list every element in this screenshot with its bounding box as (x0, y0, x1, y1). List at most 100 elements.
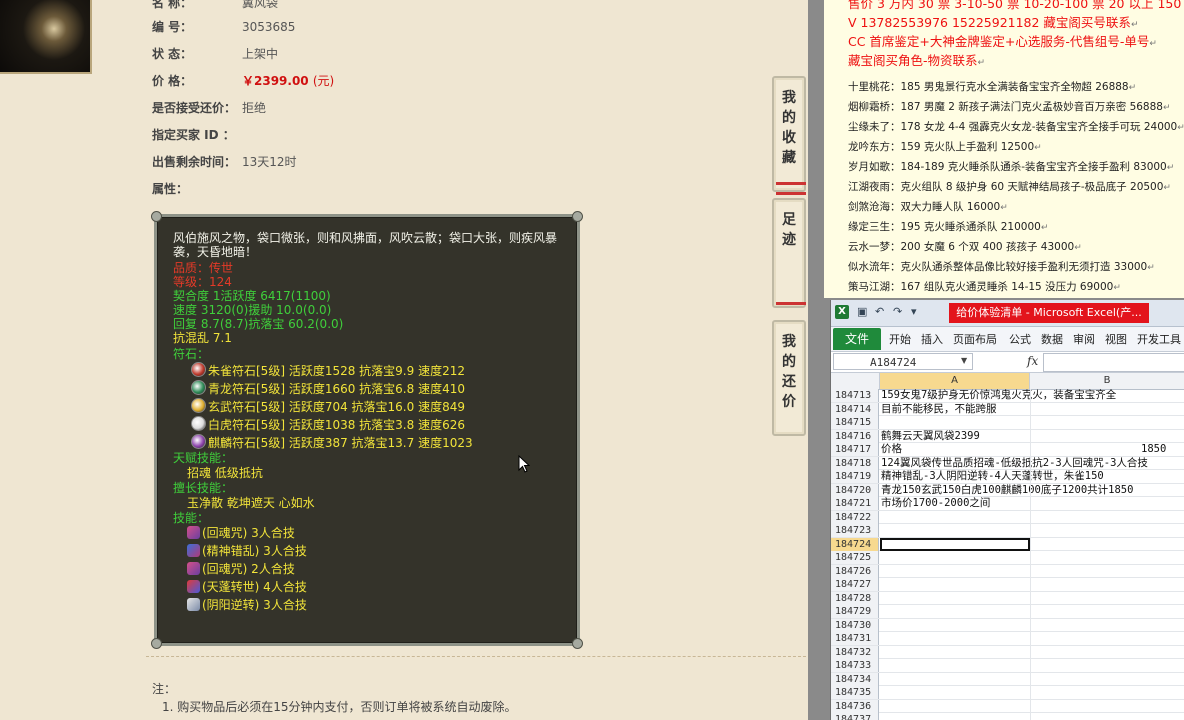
sheet-row: 184724 (831, 537, 1184, 551)
row-number[interactable]: 184727 (831, 578, 879, 591)
row-number[interactable]: 184736 (831, 699, 879, 713)
redo-icon[interactable]: ↷ (893, 305, 902, 318)
sheet-row: 184728 (831, 591, 1184, 605)
sheet-row: 184735 (831, 686, 1184, 700)
word-document[interactable]: 售价 3 万内 30 票 3-10-50 票 10-20-100 票 20 以上… (824, 0, 1184, 298)
select-all-corner[interactable] (831, 373, 880, 389)
doc-line-text: 尘缘未了：178 女龙 4-4 强霹克火女龙-装备宝宝齐全接手可玩 24000 (848, 121, 1178, 133)
ribbon-tab[interactable]: 审阅 (1073, 331, 1095, 347)
cell-a[interactable]: 159女鬼7级护身无价惊鸿鬼火克火，装备宝宝齐全 (881, 389, 1116, 402)
cell-a[interactable]: 市场价1700-2000之间 (881, 497, 990, 510)
ribbon-tab[interactable]: 视图 (1105, 331, 1127, 347)
specialty-title: 擅长技能： (173, 481, 234, 495)
row-number[interactable]: 184715 (831, 416, 879, 429)
column-a-header[interactable]: A (880, 373, 1030, 389)
save-icon[interactable]: ▣ (857, 305, 867, 318)
undo-icon[interactable]: ↶ (875, 305, 884, 318)
row-number[interactable]: 184725 (831, 551, 879, 564)
row-number[interactable]: 184730 (831, 618, 879, 632)
row-number[interactable]: 184734 (831, 672, 879, 686)
item-name-row: 名 称： 翼风袋 (152, 0, 278, 12)
row-number[interactable]: 184716 (831, 429, 879, 443)
sheet-row: 184729 (831, 605, 1184, 619)
excel-titlebar: X ▣ ↶ ↷ ▾ 给价体验清单 - Microsoft Excel(产... (831, 300, 1184, 327)
buyer-row: 指定买家 ID ： (152, 126, 242, 144)
rune-line: 青龙符石[5级] 活跃度1660 抗落宝6.8 速度410 (191, 380, 465, 396)
cell-a[interactable]: 青龙150玄武150白虎100麒麟100底子1200共计1850 (881, 484, 1133, 497)
customize-toolbar-icon[interactable]: ▾ (911, 305, 917, 318)
corner-rivet (151, 211, 162, 222)
sheet-grid[interactable]: 184713 159女鬼7级护身无价惊鸿鬼火克火，装备宝宝齐全 184714 目前不能… (831, 389, 1184, 720)
doc-line: 剑煞沧海：双大力睡人队 16000↵ (848, 200, 1008, 215)
ribbon-tab[interactable]: 开始 (889, 331, 911, 347)
item-price-row: 价 格： ￥2399.00 (元) (152, 72, 334, 90)
insert-function-icon[interactable]: fx (1027, 354, 1038, 368)
cell-a[interactable]: 鹤舞云天翼风袋2399 (881, 430, 980, 443)
row-number[interactable]: 184733 (831, 659, 879, 672)
cell-a[interactable]: 精神错乱-3人阴阳逆转-4人天蓬转世，朱雀150 (881, 470, 1104, 483)
cell-b[interactable]: 1850 (1141, 443, 1166, 456)
buyer-label: 指定买家 ID ： (152, 128, 235, 142)
ribbon-tab[interactable]: 数据 (1041, 331, 1063, 347)
rune-line: 玄武符石[5级] 活跃度704 抗落宝16.0 速度849 (191, 398, 465, 414)
my-offer-button[interactable]: 我 的 还 价 (772, 320, 806, 436)
sheet-row: 184719 精神错乱-3人阴阳逆转-4人天蓬转世，朱雀150 (831, 470, 1184, 484)
time-left-row: 出售剩余时间： 13天12时 (152, 153, 297, 171)
ribbon-tab[interactable]: 开发工具 (1137, 331, 1181, 347)
paragraph-mark-icon: ↵ (1113, 283, 1121, 293)
doc-line-text: 十里桃花：185 男鬼景行克水全满装备宝宝齐全物超 26888 (848, 81, 1129, 93)
skill-text: (回魂咒) 3人合技 (202, 526, 295, 540)
row-number[interactable]: 184726 (831, 564, 879, 578)
doc-line-text: 售价 3 万内 30 票 3-10-50 票 10-20-100 票 20 以上… (848, 0, 1184, 11)
button-char: 收 (782, 130, 796, 146)
formula-input[interactable] (1043, 353, 1184, 372)
excel-document-title: 给价体验清单 - Microsoft Excel(产... (949, 303, 1149, 323)
button-char: 我 (782, 90, 796, 106)
rune-text: 白虎符石[5级] 活跃度1038 抗落宝3.8 速度626 (208, 418, 465, 432)
skill-line: (精神错乱) 3人合技 (187, 544, 307, 558)
doc-line-text: 藏宝阁买角色-物资联系 (848, 53, 978, 68)
row-number[interactable]: 184717 (831, 443, 879, 456)
rune-text: 朱雀符石[5级] 活跃度1528 抗落宝9.9 速度212 (208, 364, 465, 378)
cell-a[interactable]: 目前不能移民，不能跨服 (881, 403, 997, 416)
row-number[interactable]: 184718 (831, 456, 879, 470)
chevron-down-icon[interactable]: ▼ (961, 356, 967, 365)
column-b-header[interactable]: B (1030, 373, 1184, 389)
file-tab[interactable]: 文件 (833, 328, 881, 350)
ribbon-tab[interactable]: 公式 (1009, 331, 1031, 347)
button-char: 足 (782, 212, 796, 228)
row-number[interactable]: 184732 (831, 645, 879, 659)
cell-a[interactable]: 价格 (881, 443, 902, 456)
cell-a[interactable]: 124翼风袋传世品质招魂-低级抵抗2-3人回魂咒-3人合技 (881, 457, 1148, 470)
talent-skills: 招魂 低级抵抗 (187, 466, 263, 480)
row-number[interactable]: 184735 (831, 686, 879, 699)
row-number[interactable]: 184728 (831, 591, 879, 605)
row-number[interactable]: 184722 (831, 510, 879, 524)
row-number[interactable]: 184724 (831, 537, 879, 551)
ribbon-tab[interactable]: 插入 (921, 331, 943, 347)
price-unit: (元) (312, 74, 335, 88)
row-number[interactable]: 184721 (831, 497, 879, 510)
row-number[interactable]: 184719 (831, 470, 879, 483)
item-thumbnail[interactable] (0, 0, 92, 74)
row-number[interactable]: 184729 (831, 605, 879, 618)
doc-line-text: 龙吟东方：159 克火队上手盈利 12500 (848, 141, 1035, 153)
row-number[interactable]: 184737 (831, 713, 879, 720)
my-favorites-button[interactable]: 我 的 收 藏 (772, 76, 806, 192)
row-number[interactable]: 184713 (831, 389, 879, 402)
footprint-button[interactable]: 足 迹 (772, 198, 806, 308)
sheet-row: 184722 (831, 510, 1184, 524)
stat-line-4: 抗混乱 7.1 (173, 331, 232, 345)
name-box[interactable]: A184724 (833, 353, 973, 370)
skill-line: (回魂咒) 3人合技 (187, 526, 295, 540)
row-number[interactable]: 184731 (831, 632, 879, 645)
item-status-label: 状 态： (152, 47, 193, 61)
sheet-row: 184718 124翼风袋传世品质招魂-低级抵抗2-3人回魂咒-3人合技 (831, 456, 1184, 470)
rune-stone-icon (191, 434, 206, 449)
row-number[interactable]: 184720 (831, 483, 879, 497)
row-number[interactable]: 184723 (831, 524, 879, 537)
active-cell-selection[interactable] (880, 537, 1030, 551)
row-number[interactable]: 184714 (831, 402, 879, 416)
ribbon-tab[interactable]: 页面布局 (953, 331, 997, 347)
doc-line: 烟柳霜桥：187 男魔 2 新孩子满法门克火孟极妙音百万亲密 56888↵ (848, 100, 1171, 115)
